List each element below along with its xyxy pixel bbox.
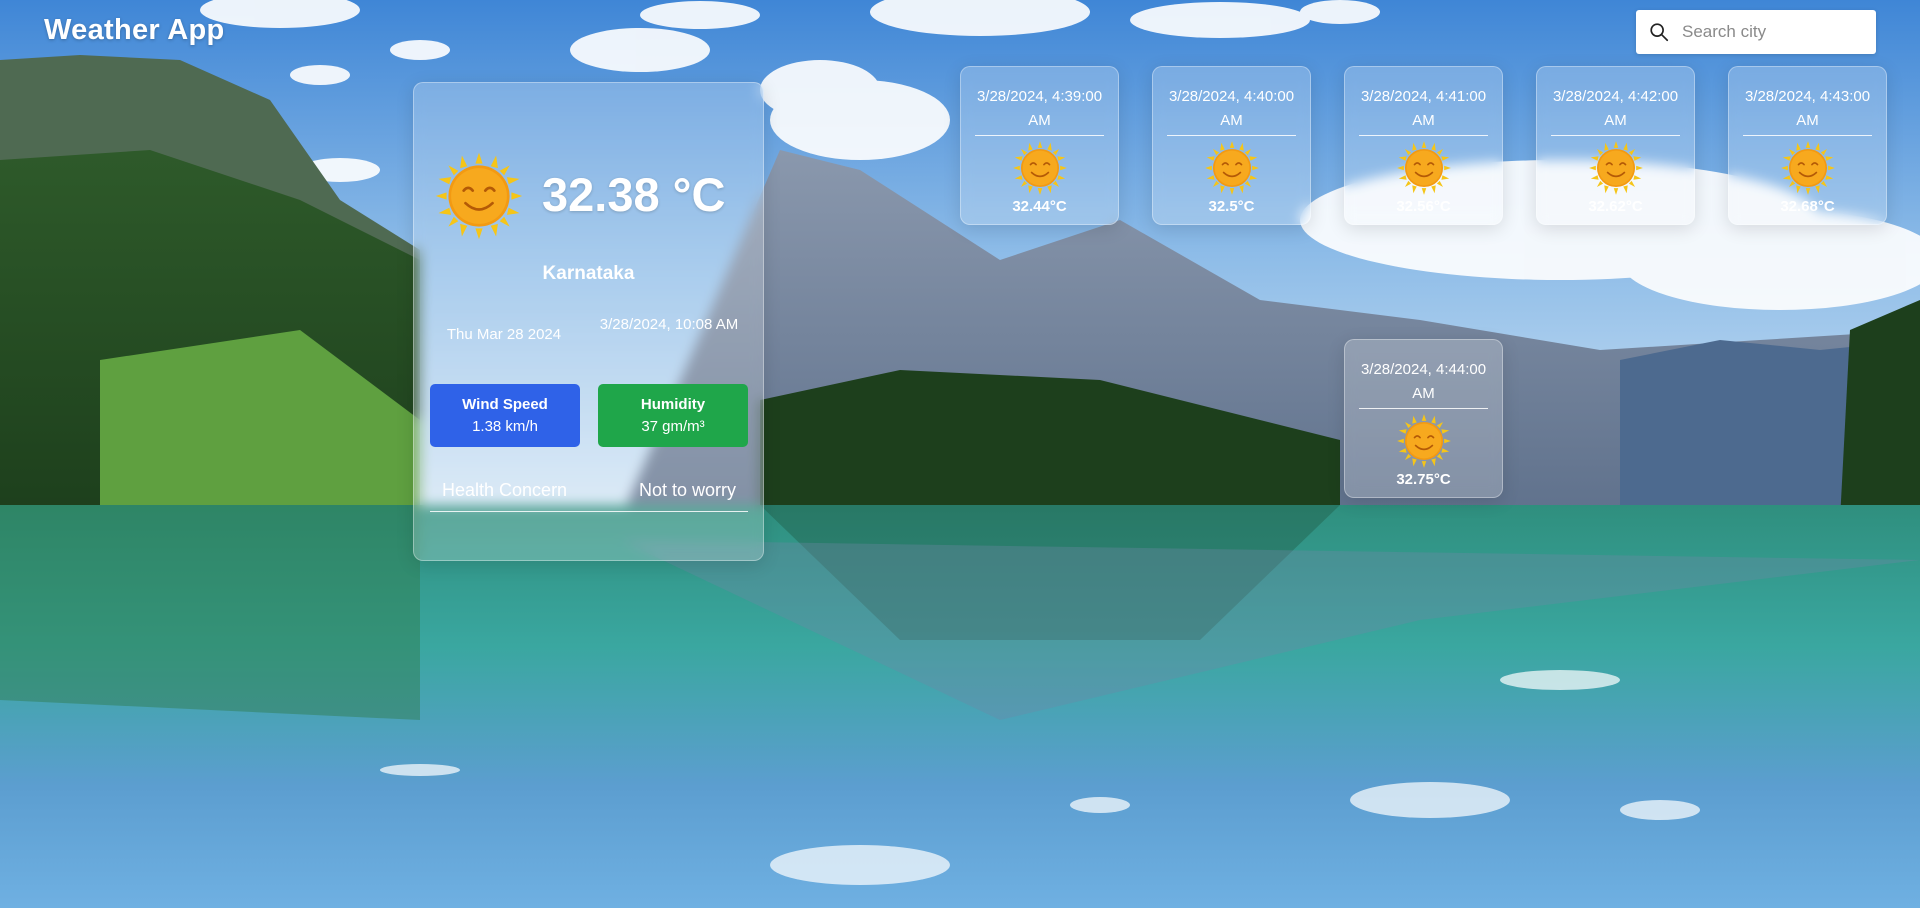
forecast-time: 3/28/2024, 4:39:00 AM [975, 85, 1104, 136]
sun-icon [1396, 141, 1451, 195]
sun-icon [1012, 141, 1067, 195]
sun-icon [1588, 141, 1643, 195]
health-concern-row: Health Concern Not to worry [430, 476, 748, 512]
current-datetime: 3/28/2024, 10:08 AM [599, 316, 739, 333]
sun-icon [1204, 141, 1259, 195]
forecast-card: 3/28/2024, 4:43:00 AM 32.68°C [1728, 66, 1887, 225]
forecast-card: 3/28/2024, 4:39:00 AM 32.44°C [960, 66, 1119, 225]
forecast-card: 3/28/2024, 4:42:00 AM 32.62°C [1536, 66, 1695, 225]
humidity-tile: Humidity 37 gm/m³ [598, 384, 748, 447]
forecast-time: 3/28/2024, 4:43:00 AM [1743, 85, 1872, 136]
wind-speed-value: 1.38 km/h [472, 418, 538, 435]
forecast-card: 3/28/2024, 4:44:00 AM 32.75°C [1344, 339, 1503, 498]
forecast-card: 3/28/2024, 4:41:00 AM 32.56°C [1344, 66, 1503, 225]
wind-speed-label: Wind Speed [462, 396, 548, 413]
search-icon[interactable] [1648, 21, 1670, 43]
weather-app-page: Weather App Search city 32.38 °C Karnata… [0, 0, 1920, 908]
location-name: Karnataka [542, 263, 635, 284]
current-date: Thu Mar 28 2024 [446, 326, 562, 343]
forecast-temperature: 32.56°C [1396, 198, 1451, 215]
forecast-temperature: 32.62°C [1588, 198, 1643, 215]
current-weather-card: 32.38 °C Karnataka Thu Mar 28 2024 3/28/… [413, 82, 764, 561]
app-title: Weather App [44, 14, 225, 46]
current-temperature: 32.38 °C [542, 168, 726, 221]
health-concern-value: Not to worry [638, 480, 736, 500]
search-bar[interactable] [1636, 10, 1876, 54]
forecast-temperature: 32.68°C [1780, 198, 1835, 215]
health-concern-label: Health Concern [442, 480, 568, 500]
forecast-card: 3/28/2024, 4:40:00 AM 32.5°C [1152, 66, 1311, 225]
forecast-temperature: 32.44°C [1012, 198, 1067, 215]
humidity-label: Humidity [640, 396, 706, 413]
sun-icon [435, 152, 523, 240]
wind-speed-tile: Wind Speed 1.38 km/h [430, 384, 580, 447]
search-city-input[interactable] [1680, 21, 1864, 43]
forecast-temperature: 32.75°C [1396, 471, 1451, 488]
forecast-time: 3/28/2024, 4:40:00 AM [1167, 85, 1296, 136]
forecast-time: 3/28/2024, 4:41:00 AM [1359, 85, 1488, 136]
forecast-time: 3/28/2024, 4:42:00 AM [1551, 85, 1680, 136]
forecast-time: 3/28/2024, 4:44:00 AM [1359, 358, 1488, 409]
humidity-value: 37 gm/m³ [641, 418, 705, 435]
forecast-temperature: 32.5°C [1208, 198, 1255, 215]
sun-icon [1396, 414, 1451, 468]
sun-icon [1780, 141, 1835, 195]
